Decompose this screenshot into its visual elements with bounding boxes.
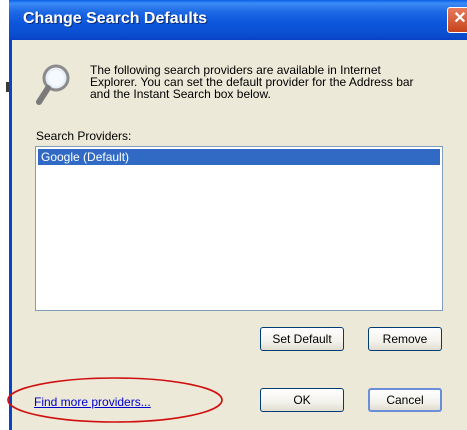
background-window-edge	[6, 82, 9, 92]
description-text: The following search providers are avail…	[90, 63, 414, 101]
ok-button[interactable]: OK	[260, 388, 344, 412]
title-bar[interactable]: Change Search Defaults ✕	[9, 0, 467, 40]
close-icon[interactable]: ✕	[447, 7, 467, 33]
remove-button[interactable]: Remove	[368, 327, 442, 351]
providers-label: Search Providers:	[36, 129, 132, 143]
search-icon	[36, 64, 70, 105]
window-title: Change Search Defaults	[23, 10, 208, 27]
list-item-google[interactable]: Google (Default)	[38, 149, 440, 165]
annotation-oval	[7, 377, 223, 423]
set-default-button[interactable]: Set Default	[260, 327, 344, 351]
providers-listbox[interactable]: Google (Default)	[35, 146, 443, 311]
cancel-button[interactable]: Cancel	[368, 388, 442, 412]
